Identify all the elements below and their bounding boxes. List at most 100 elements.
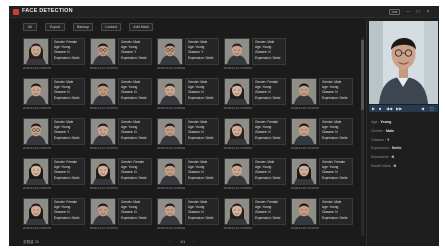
face-thumbnail[interactable]: [157, 118, 183, 145]
face-thumbnail[interactable]: [157, 158, 183, 185]
attr-expression: Expression: Smile: [188, 135, 214, 140]
face-thumbnail[interactable]: [224, 198, 250, 225]
face-attributes: Gender: Female Age: Young Glasses: N Expres…: [252, 198, 286, 225]
face-thumbnail[interactable]: [90, 118, 116, 145]
face-card[interactable]: Gender: Female Age: Young Glasses: N Expres…: [23, 198, 85, 232]
backup-button[interactable]: Backup: [73, 23, 93, 31]
attr-expression: Expression: Smile: [188, 95, 214, 100]
face-card[interactable]: Gender: Female Age: Young Glasses: N Expres…: [23, 38, 85, 72]
face-thumbnail-image: [225, 159, 249, 184]
face-card[interactable]: Gender: Male Age: Young Glasses: Y Expressi…: [23, 118, 85, 152]
attr-expression: Expression: Smile: [54, 55, 80, 60]
face-thumbnail-image: [158, 39, 182, 64]
face-card[interactable]: Gender: Male Age: Young Glasses: N Expressi…: [224, 158, 286, 192]
face-thumbnail[interactable]: [90, 78, 116, 105]
face-card[interactable]: Gender: Male Age: Young Glasses: N Expressi…: [291, 198, 353, 232]
face-card[interactable]: Gender: Male Age: Young Glasses: N Expressi…: [90, 118, 152, 152]
close-icon[interactable]: ×: [425, 9, 431, 15]
face-thumbnail-image: [24, 119, 48, 144]
detail-value: Smile: [391, 146, 402, 151]
face-card[interactable]: Gender: Male Age: Young Glasses: N Expressi…: [23, 78, 85, 112]
face-thumbnail[interactable]: [291, 78, 317, 105]
face-attributes: Gender: Female Age: Young Glasses: N Expres…: [118, 158, 152, 185]
face-card[interactable]: Gender: Female Age: Young Glasses: N Expres…: [224, 118, 286, 152]
face-card[interactable]: Gender: Male Age: Young Glasses: N Expressi…: [224, 38, 286, 72]
attribute-details: Age : Young Gender : Male Glasses : Y Expre…: [371, 118, 437, 171]
grid-scrollbar[interactable]: [361, 38, 364, 236]
face-thumbnail-image: [91, 119, 115, 144]
face-card[interactable]: Gender: Female Age: Young Glasses: N Expres…: [291, 158, 353, 192]
face-thumbnail[interactable]: [23, 118, 49, 145]
face-card[interactable]: Gender: Female Age: Young Glasses: N Expres…: [23, 158, 85, 192]
face-attributes: Gender: Female Age: Young Glasses: N Expres…: [252, 78, 286, 105]
face-card[interactable]: Gender: Male Age: Young Glasses: N Expressi…: [157, 158, 219, 192]
face-thumbnail-image: [91, 39, 115, 64]
next-page-icon[interactable]: ›: [193, 240, 194, 244]
snapshot-video: [369, 21, 438, 104]
rewind-icon[interactable]: ◀◀: [386, 106, 392, 111]
face-thumbnail[interactable]: [224, 78, 250, 105]
detail-value: Young: [380, 120, 392, 124]
face-card[interactable]: Gender: Male Age: Young Glasses: N Expressi…: [157, 198, 219, 232]
prev-page-icon[interactable]: ‹: [169, 240, 170, 244]
face-thumbnail-image: [24, 199, 48, 224]
face-card[interactable]: Gender: Male Age: Young Glasses: N Expressi…: [90, 198, 152, 232]
face-thumbnail[interactable]: [157, 78, 183, 105]
face-thumbnail[interactable]: [291, 118, 317, 145]
capture-time: 2018-01-10 13:00:09: [23, 146, 51, 150]
face-thumbnail-image: [91, 159, 115, 184]
maximize-icon[interactable]: □: [415, 9, 421, 15]
play-icon[interactable]: ▶: [372, 106, 375, 111]
all-button[interactable]: All: [23, 23, 37, 31]
face-thumbnail[interactable]: [291, 158, 317, 185]
face-card[interactable]: Gender: Male Age: Young Glasses: N Expressi…: [90, 78, 152, 112]
face-thumbnail[interactable]: [23, 38, 49, 65]
face-thumbnail[interactable]: [291, 198, 317, 225]
face-thumbnail[interactable]: [224, 118, 250, 145]
face-thumbnail-image: [158, 159, 182, 184]
face-thumbnail[interactable]: [224, 38, 250, 65]
attr-expression: Expression: Smile: [121, 135, 147, 140]
face-thumbnail[interactable]: [157, 38, 183, 65]
scrollbar-thumb[interactable]: [361, 40, 364, 110]
face-thumbnail-image: [24, 159, 48, 184]
stop-icon[interactable]: ■: [379, 106, 381, 111]
face-thumbnail[interactable]: [157, 198, 183, 225]
face-card[interactable]: Gender: Male Age: Young Glasses: Y Expressi…: [90, 38, 152, 72]
add-mark-button[interactable]: Add Mark: [129, 23, 153, 31]
face-thumbnail-image: [292, 119, 316, 144]
face-thumbnail[interactable]: [23, 158, 49, 185]
face-thumbnail[interactable]: [23, 78, 49, 105]
face-card[interactable]: Gender: Male Age: Young Glasses: N Expressi…: [157, 78, 219, 112]
face-thumbnail[interactable]: [23, 198, 49, 225]
face-thumbnail-image: [225, 79, 249, 104]
volume-icon[interactable]: ◀: [421, 106, 424, 111]
fullscreen-icon[interactable]: ▢: [430, 106, 434, 111]
face-card[interactable]: Gender: Male Age: Young Glasses: N Expressi…: [157, 118, 219, 152]
live-button[interactable]: Live: [389, 9, 400, 15]
face-card[interactable]: Gender: Female Age: Young Glasses: N Expres…: [224, 198, 286, 232]
detail-key: Moustache :: [371, 155, 391, 160]
minimize-icon[interactable]: –: [405, 9, 411, 15]
face-card[interactable]: Gender: Female Age: Young Glasses: N Expres…: [90, 158, 152, 192]
face-card[interactable]: Gender: Male Age: Young Glasses: N Expressi…: [291, 118, 353, 152]
detail-key: Mouth Mask :: [371, 163, 393, 168]
detail-row: Expression : Smile: [371, 144, 437, 153]
face-card[interactable]: Gender: Female Age: Young Glasses: N Expres…: [224, 78, 286, 112]
face-thumbnail[interactable]: [90, 158, 116, 185]
face-thumbnail[interactable]: [224, 158, 250, 185]
capture-time: 2018-01-10 13:00:09: [224, 66, 252, 70]
attr-expression: Expression: Smile: [255, 215, 281, 220]
export-button[interactable]: Export: [45, 23, 65, 31]
face-card[interactable]: Gender: Male Age: Young Glasses: N Expressi…: [291, 78, 353, 112]
face-thumbnail-image: [158, 119, 182, 144]
locked-button[interactable]: Locked: [101, 23, 121, 31]
face-thumbnail-image: [292, 199, 316, 224]
face-card[interactable]: Gender: Male Age: Young Glasses: Y Expressi…: [157, 38, 219, 72]
forward-icon[interactable]: ▶▶: [396, 106, 402, 111]
face-thumbnail[interactable]: [90, 38, 116, 65]
attr-expression: Expression: Smile: [322, 95, 348, 100]
face-thumbnail[interactable]: [90, 198, 116, 225]
face-attributes: Gender: Female Age: Young Glasses: N Expres…: [252, 118, 286, 145]
capture-time: 2018-01-10 13:00:09: [291, 106, 319, 110]
